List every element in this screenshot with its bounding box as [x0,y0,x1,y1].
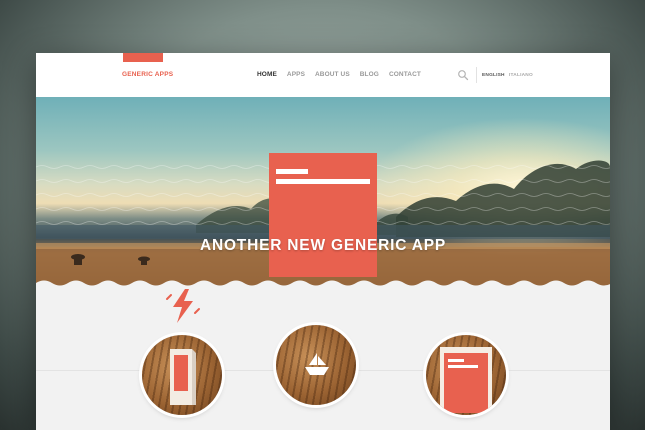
feature-circle-3[interactable] [426,335,506,415]
nav-contact[interactable]: CONTACT [389,71,421,78]
hero-banner: ANOTHER NEW GENERIC APP [36,97,610,287]
lightning-icon [166,289,200,323]
hero-title: ANOTHER NEW GENERIC APP [199,237,447,254]
feature-circle-1[interactable] [142,335,222,415]
boat-icon [305,353,329,375]
lang-english[interactable]: ENGLISH [482,73,505,78]
nav-blog[interactable]: BLOG [360,71,379,78]
document-icon [440,347,492,413]
phone-icon [170,349,196,405]
nav-apps[interactable]: APPS [287,71,305,78]
card-line-short [276,169,308,174]
site-header: GENERIC APPS HOME APPS ABOUT US BLOG CON… [36,53,610,97]
main-nav: HOME APPS ABOUT US BLOG CONTACT [257,71,421,78]
brand-logo[interactable]: GENERIC APPS [122,71,173,78]
website-mockup: GENERIC APPS HOME APPS ABOUT US BLOG CON… [36,53,610,430]
nav-home[interactable]: HOME [257,71,277,78]
hero-app-card [269,153,377,277]
card-line-long [276,179,370,184]
nav-about-us[interactable]: ABOUT US [315,71,350,78]
lang-italiano[interactable]: ITALIANO [509,73,533,78]
search-icon[interactable] [457,69,469,81]
feature-circle-2[interactable] [276,325,356,405]
brand-tab [123,53,163,62]
header-divider [476,67,477,83]
